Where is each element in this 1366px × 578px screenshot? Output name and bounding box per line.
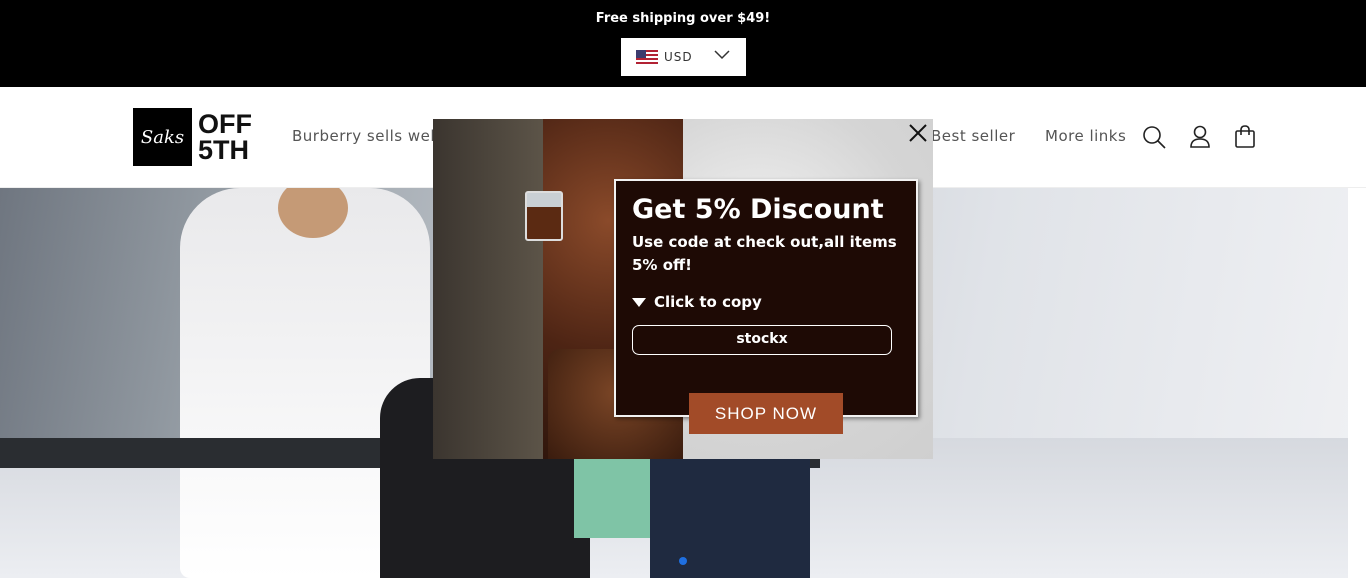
popup-photo-suit: [433, 119, 543, 459]
close-icon[interactable]: [906, 121, 930, 145]
nav-item-best-seller[interactable]: Best seller: [931, 127, 1015, 145]
nav-item-more-links[interactable]: More links: [1045, 127, 1126, 145]
account-icon[interactable]: [1187, 124, 1213, 150]
popup-photo-glass: [525, 191, 563, 241]
copy-label-text: Click to copy: [654, 293, 762, 311]
logo-mark: Saks: [133, 108, 192, 166]
logo-wordmark-line1: OFF: [198, 109, 252, 139]
announcement-text: Free shipping over $49!: [595, 11, 771, 26]
popup-discount-card: Get 5% Discount Use code at check out,al…: [614, 179, 918, 417]
discount-code-box[interactable]: stockx: [632, 325, 892, 355]
currency-code: USD: [664, 50, 693, 64]
logo-wordmark-line2: 5TH: [198, 135, 250, 165]
copy-label[interactable]: Click to copy: [632, 293, 900, 311]
search-icon[interactable]: [1141, 124, 1167, 150]
hero-right-edge: [1348, 188, 1366, 578]
shop-now-button[interactable]: SHOP NOW: [689, 393, 843, 434]
slide-indicator-dot[interactable]: [679, 557, 687, 565]
site-logo[interactable]: Saks OFF 5TH: [133, 108, 252, 166]
popup-title: Get 5% Discount: [632, 194, 884, 225]
us-flag-icon: [636, 50, 658, 64]
popup-description: Use code at check out,all items 5% off!: [632, 233, 897, 274]
currency-selector[interactable]: USD: [621, 38, 746, 76]
triangle-down-icon: [632, 297, 646, 307]
hero-person-navy-pants: [650, 448, 810, 578]
announcement-bar: Free shipping over $49! USD: [0, 0, 1366, 87]
chevron-down-icon: [714, 50, 730, 60]
logo-wordmark: OFF 5TH: [198, 109, 252, 165]
discount-popup: Get 5% Discount Use code at check out,al…: [433, 119, 933, 459]
cart-icon[interactable]: [1232, 124, 1258, 150]
nav-item-burberry[interactable]: Burberry sells wel: [292, 127, 435, 145]
